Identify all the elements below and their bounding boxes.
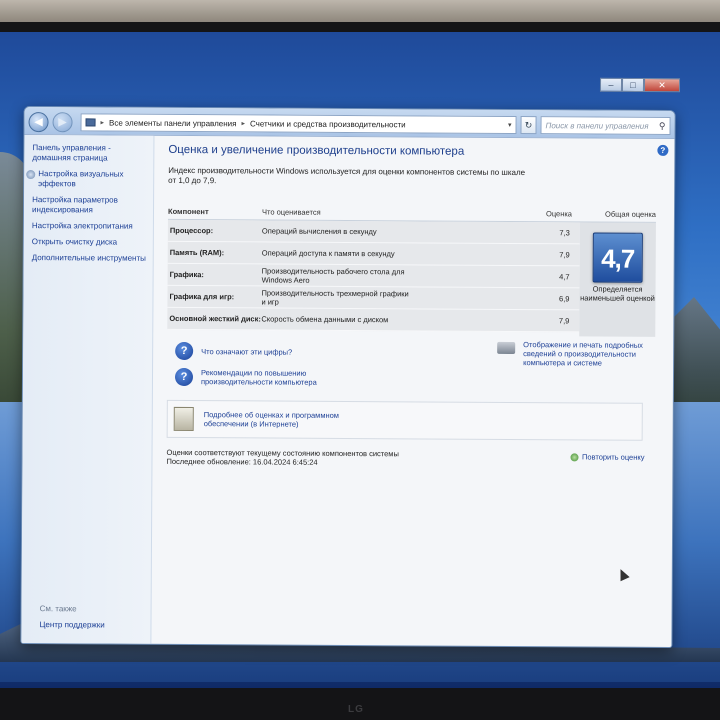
close-button[interactable]: ✕ [643,78,681,93]
row-what: Производительность трехмерной графики и … [261,287,409,307]
overall-score-badge: 4,7 [592,232,643,283]
overall-score-caption: Определяется наименьшей оценкой [580,284,655,303]
help-icon[interactable]: ? [657,144,669,156]
row-what: Операций доступа к памяти в секунду [261,248,395,259]
forward-button[interactable]: ▶ [52,112,73,133]
sidebar-item-home[interactable]: Панель управления - домашняя страница [32,143,147,164]
shield-icon [26,170,36,180]
breadcrumb-performance[interactable]: Счетчики и средства производительности [250,119,406,129]
page-title: Оценка и увеличение производительности к… [168,143,465,158]
search-placeholder: Поиск в панели управления [545,120,649,131]
navigation-bar: ◀ ▶ ▸ Все элементы панели управления ▸ С… [28,111,671,137]
header-score: Оценка [545,209,573,219]
row-score: 4,7 [559,272,570,282]
row-what: Скорость обмена данными с диском [261,314,389,325]
sidebar-item-indexing[interactable]: Настройка параметров индексирования [32,195,147,216]
sidebar-item-disk-cleanup[interactable]: Открыть очистку диска [32,237,147,248]
chevron-right-icon: ▸ [100,119,105,127]
header-what: Что оценивается [261,207,321,217]
see-also-heading: См. также [39,604,77,614]
rerun-label: Повторить оценку [581,452,645,462]
row-component: Графика: [169,269,204,280]
links-area: ? Что означают эти цифры? ? Рекомендации… [166,338,655,511]
address-bar[interactable]: ▸ Все элементы панели управления ▸ Счетч… [80,113,517,135]
sidebar-item-power[interactable]: Настройка электропитания [32,221,147,232]
header-component: Компонент [167,206,209,217]
recommendations-label: Рекомендации по повышению производительн… [200,368,317,387]
sidebar-item-label: Настройка визуальных эффектов [38,169,124,189]
row-score: 6,9 [559,294,570,304]
sidebar-item-label: Настройка электропитания [31,221,133,231]
back-button[interactable]: ◀ [28,112,49,133]
row-what: Операций вычисления в секунду [261,226,377,237]
performance-window: ◀ ▶ ▸ Все элементы панели управления ▸ С… [20,106,676,648]
action-center-link[interactable]: Центр поддержки [39,620,104,629]
overall-score-panel: 4,7 Определяется наименьшей оценкой [579,222,656,337]
table-row-memory: Память (RAM): Операций доступа к памяти … [167,241,580,267]
sidebar-item-label: Дополнительные инструменты [31,253,146,263]
table-row-disk: Основной жесткий диск: Скорость обмена д… [167,307,580,333]
what-numbers-label: Что означают эти цифры? [201,347,293,357]
sidebar-item-label: Панель управления - домашняя страница [32,143,111,163]
print-details-label: Отображение и печать подробных сведений … [523,340,643,368]
table-row-cpu: Процессор: Операций вычисления в секунду… [167,219,580,245]
row-component: Память (RAM): [169,247,225,258]
maximize-button[interactable]: □ [621,77,645,93]
minimize-button[interactable]: – [599,77,623,92]
sidebar-item-advanced-tools[interactable]: Дополнительные инструменты [32,253,147,264]
monitor-logo: LG [348,704,364,715]
shield-icon [570,452,580,461]
question-icon: ? [175,341,194,361]
window-body: Панель управления - домашняя страница На… [21,135,674,647]
sidebar-item-visual-effects[interactable]: Настройка визуальных эффектов [26,169,147,190]
score-table: Компонент Что оценивается Оценка Общая о… [167,203,657,337]
header-overall: Общая оценка [605,209,657,219]
print-details-link[interactable]: Отображение и печать подробных сведений … [497,340,657,368]
table-row-graphics: Графика: Производительность рабочего сто… [167,263,580,289]
main-content: ? Оценка и увеличение производительности… [151,136,674,647]
row-score: 7,3 [559,228,570,238]
recommendations-link[interactable]: ? Рекомендации по повышению производител… [174,367,355,387]
row-what: Производительность рабочего стола для Wi… [261,265,405,285]
breadcrumb-control-panel[interactable]: Все элементы панели управления [109,118,236,128]
title-bar: ◀ ▶ ▸ Все элементы панели управления ▸ С… [24,107,675,139]
status-line-updated: Последнее обновление: 16.04.2024 6:45:24 [166,456,318,467]
row-component: Основной жесткий диск: [169,313,261,324]
question-icon: ? [174,367,194,387]
sidebar-item-label: Настройка параметров индексирования [31,195,118,215]
control-panel-icon [85,118,96,127]
search-icon[interactable]: ⚲ [659,120,666,131]
online-info-box[interactable]: Подробнее об оценках и программном обесп… [166,399,643,441]
row-score: 7,9 [559,250,570,260]
intro-text: Индекс производительности Windows исполь… [168,165,526,186]
sidebar-item-label: Открыть очистку диска [31,237,118,247]
what-numbers-link[interactable]: ? Что означают эти цифры? [175,341,293,361]
chevron-down-icon[interactable]: ▾ [508,121,512,129]
search-input[interactable]: Поиск в панели управления ⚲ [540,116,671,135]
desktop-screen: ◀ ▶ ▸ Все элементы панели управления ▸ С… [0,32,720,688]
refresh-button[interactable]: ↻ [520,116,537,135]
row-component: Процессор: [169,225,214,236]
row-component: Графика для игр: [169,291,235,302]
document-icon [173,406,194,432]
task-pane: Панель управления - домашняя страница На… [21,135,155,644]
table-row-gaming-graphics: Графика для игр: Производительность трех… [167,285,580,311]
mouse-cursor [615,567,630,582]
online-info-label: Подробнее об оценках и программном обесп… [203,410,340,429]
chevron-right-icon: ▸ [241,120,246,128]
window-control-buttons: – □ ✕ [599,77,681,93]
printer-icon [497,341,516,355]
rerun-assessment-link[interactable]: Повторить оценку [570,452,645,462]
row-score: 7,9 [558,316,570,326]
status-text: Оценки соответствуют текущему состоянию … [166,448,398,467]
